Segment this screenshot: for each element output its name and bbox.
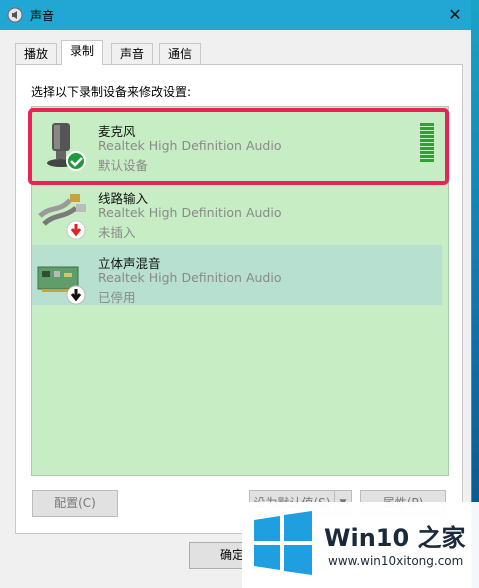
- speaker-icon: [7, 7, 23, 23]
- device-driver: Realtek High Definition Audio: [98, 270, 282, 285]
- device-driver: Realtek High Definition Audio: [98, 205, 282, 220]
- device-status: 默认设备: [98, 158, 149, 173]
- level-meter-bar: [420, 155, 434, 158]
- recording-device-list[interactable]: 麦克风 Realtek High Definition Audio 默认设备 线…: [31, 106, 449, 476]
- instruction-label: 选择以下录制设备来修改设置:: [31, 85, 192, 99]
- tab-sounds[interactable]: 声音: [111, 43, 154, 64]
- tab-recording[interactable]: 录制: [61, 40, 104, 65]
- window-title: 声音: [30, 9, 55, 23]
- sound-card-icon: [37, 266, 86, 305]
- level-meter-bar: [420, 123, 434, 126]
- level-meter-bar: [420, 127, 434, 130]
- level-meter-bar: [420, 135, 434, 138]
- default-check-icon: [66, 151, 86, 171]
- level-meter-bar: [420, 147, 434, 150]
- device-status: 已停用: [98, 290, 136, 305]
- level-meter-bar: [420, 143, 434, 146]
- tab-communications[interactable]: 通信: [159, 43, 202, 64]
- level-meter-bar: [420, 139, 434, 142]
- windows-logo-icon: [254, 511, 312, 575]
- device-item-microphone[interactable]: 麦克风 Realtek High Definition Audio 默认设备: [32, 113, 442, 173]
- desktop-background: [471, 0, 479, 588]
- watermark: Win10 之家 www.win10xitong.com: [242, 502, 479, 588]
- device-driver: Realtek High Definition Audio: [98, 138, 282, 153]
- microphone-icon: [47, 123, 86, 171]
- level-meter-bar: [420, 131, 434, 134]
- line-in-cable-icon: [38, 194, 86, 240]
- watermark-title: Win10 之家: [324, 524, 466, 552]
- level-meter-bar: [420, 151, 434, 154]
- close-button[interactable]: ✕: [441, 2, 469, 28]
- input-level-meter: [420, 123, 436, 165]
- watermark-url: www.win10xitong.com: [328, 554, 464, 568]
- device-item-line-in[interactable]: 线路输入 Realtek High Definition Audio 未插入: [32, 180, 442, 240]
- device-status: 未插入: [98, 225, 136, 240]
- configure-button[interactable]: 配置(C): [32, 490, 118, 517]
- sound-dialog: 声音 ✕ 播放 录制 声音 通信 选择以下录制设备来修改设置: 麦克风 Real…: [0, 0, 472, 588]
- title-bar[interactable]: 声音 ✕: [0, 0, 471, 30]
- tab-playback[interactable]: 播放: [15, 43, 58, 64]
- level-meter-bar: [420, 159, 434, 162]
- device-item-stereo-mix[interactable]: 立体声混音 Realtek High Definition Audio 已停用: [32, 245, 442, 305]
